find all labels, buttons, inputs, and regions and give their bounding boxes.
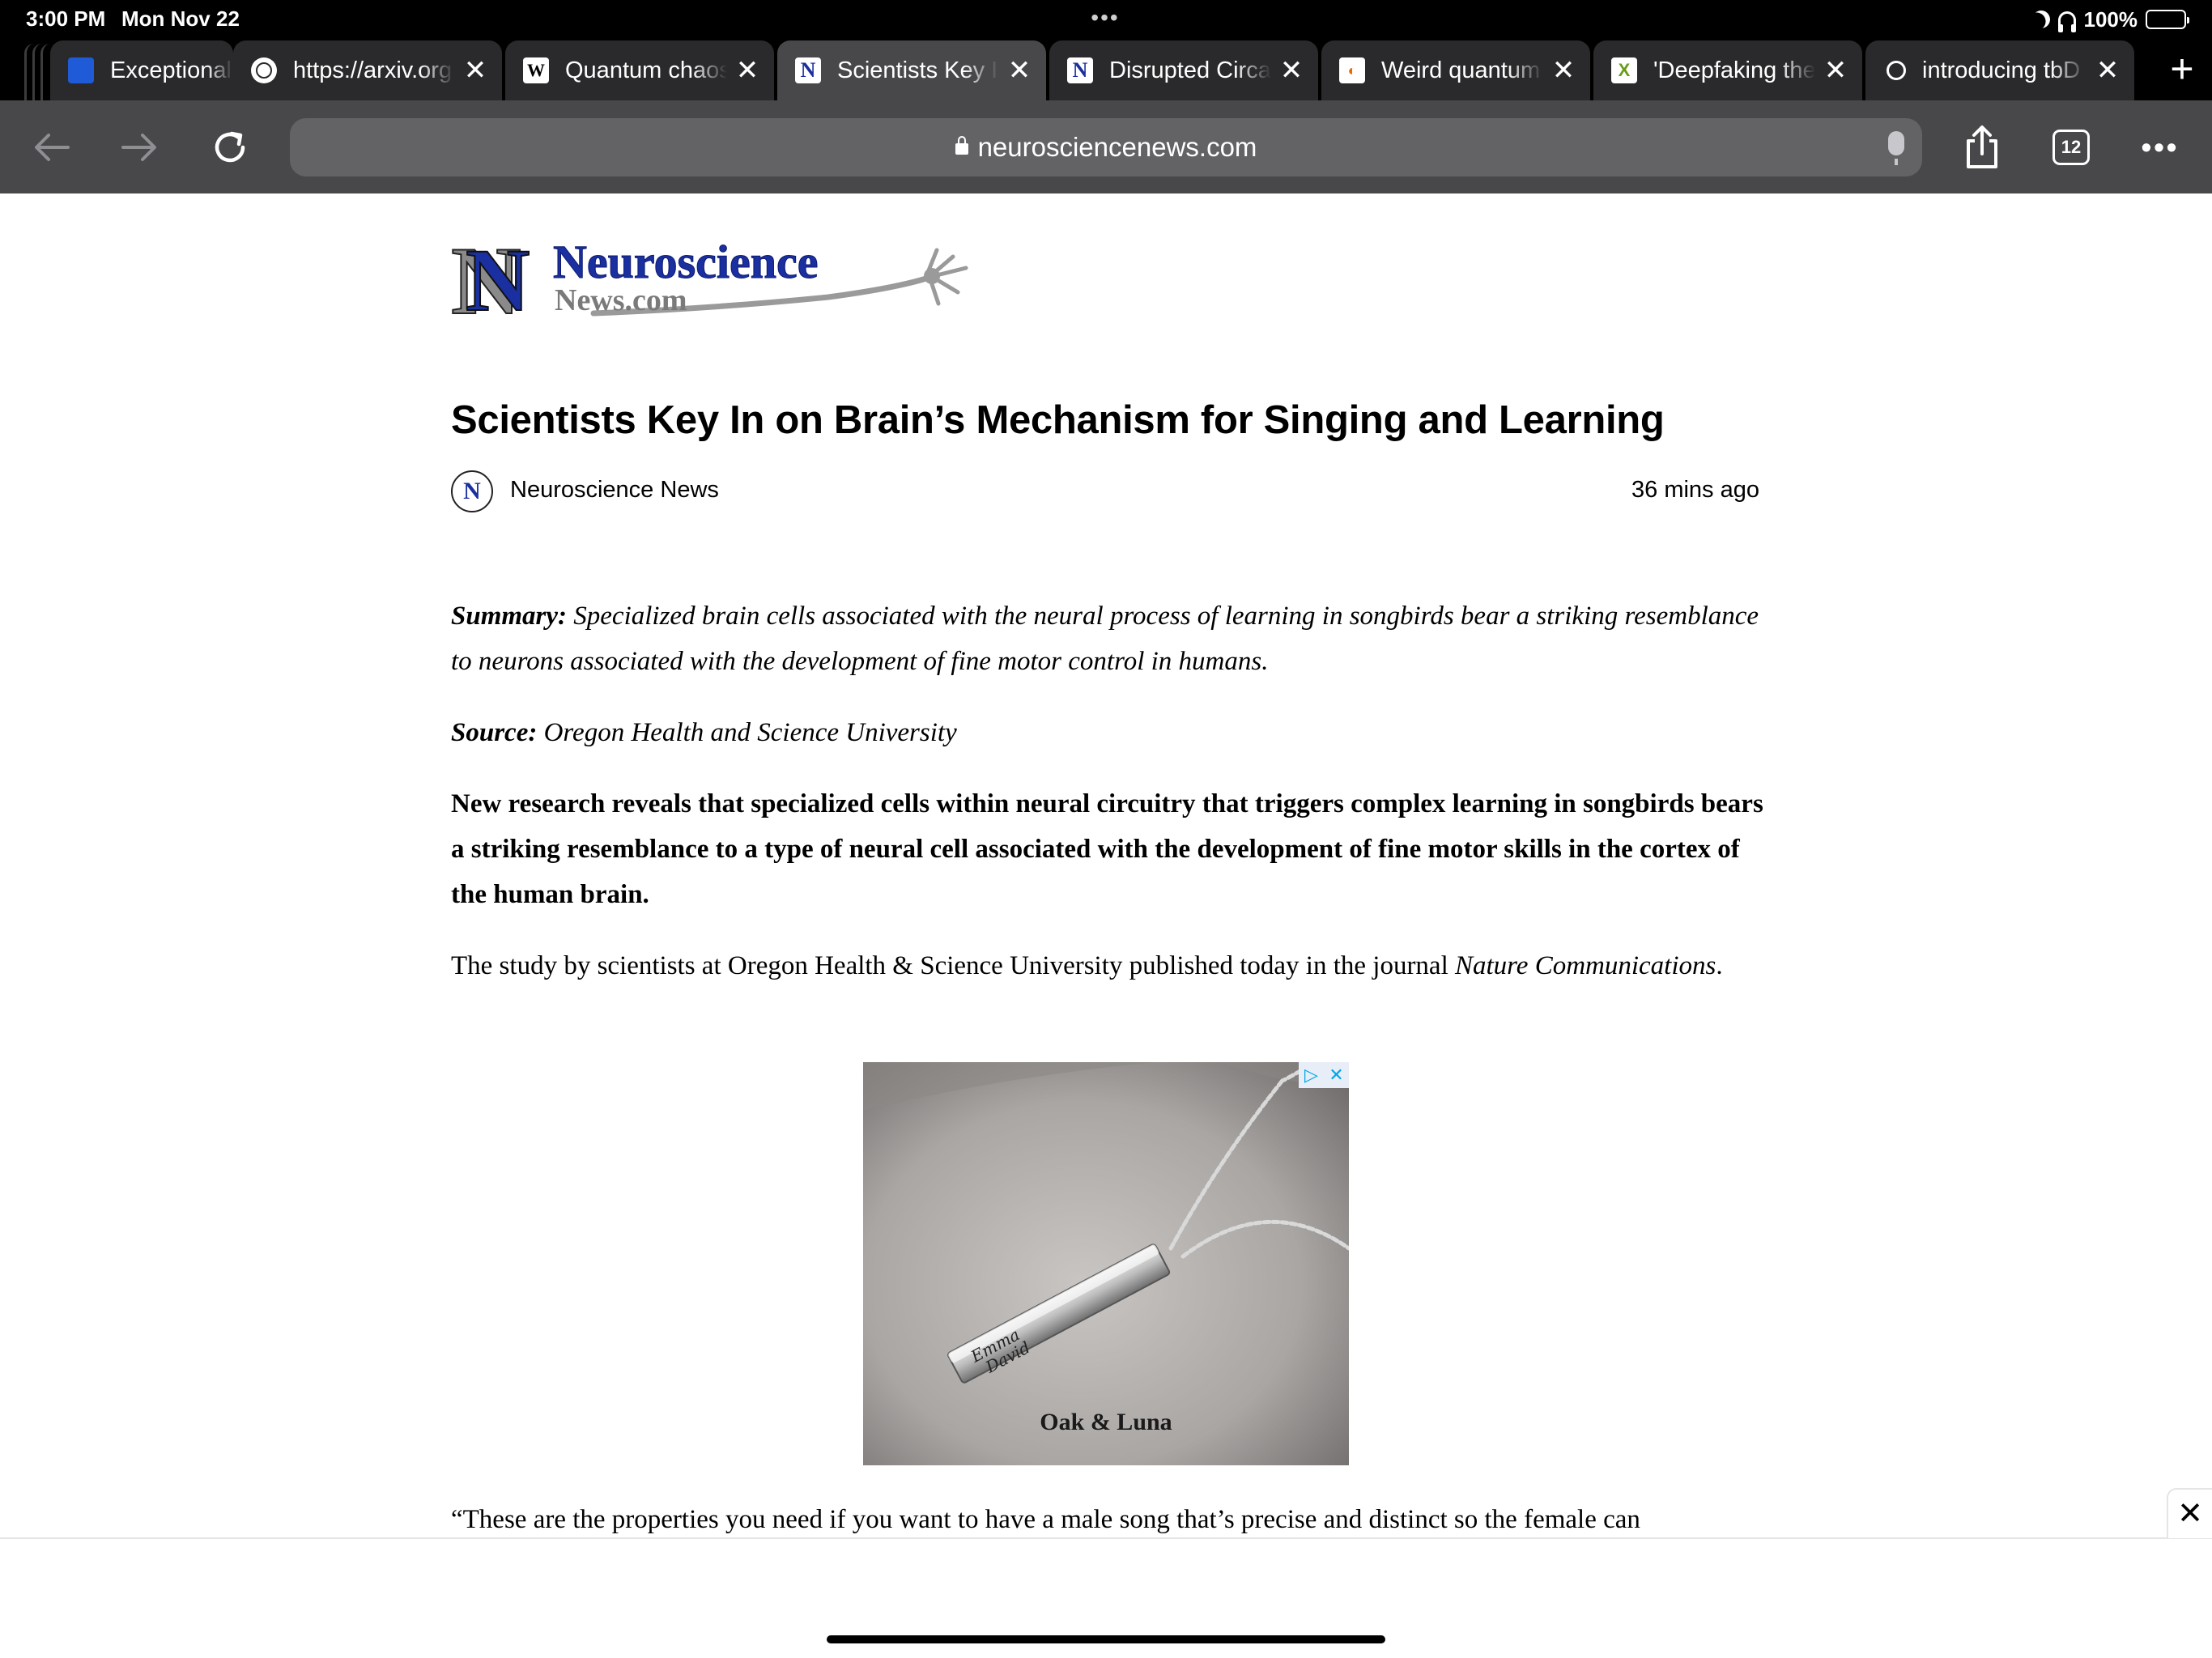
x-icon: X [1611,57,1637,83]
browser-toolbar: neurosciencenews.com 12 ••• [0,100,2212,193]
web-page: N N Neuroscience News.com Scientists Key… [0,193,2212,1537]
reload-icon [215,131,245,163]
tab-close-icon[interactable]: ✕ [999,50,1040,91]
ad-choices-icon[interactable]: ▷ [1299,1062,1324,1088]
neuroscience-news-icon: N [1067,57,1093,83]
close-icon[interactable]: ✕ [2167,1488,2212,1538]
microphone-icon[interactable] [1888,131,1904,165]
back-button[interactable] [28,123,76,172]
article-body: Summary: Specialized brain cells associa… [451,593,1771,1014]
url-display[interactable]: neurosciencenews.com [290,118,1922,176]
tab-3-active[interactable]: N Scientists Key In ✕ [777,40,1046,100]
svg-text:N: N [466,231,530,326]
site-logo[interactable]: N N Neuroscience News.com [448,226,974,335]
article-quote: “These are the properties you need if yo… [451,1505,1640,1534]
share-icon [1967,125,1997,168]
study-text: The study by scientists at Oregon Health… [451,951,1455,980]
journal-name: Nature Communications [1455,951,1716,980]
tab-0[interactable]: ❯ Exceptional [50,40,233,100]
study-paragraph: The study by scientists at Oregon Health… [451,943,1771,988]
headphones-icon [2057,11,2076,32]
logo-text-primary: Neuroscience [553,236,819,288]
globe-icon [251,57,277,83]
tab-close-icon[interactable]: ✕ [727,50,768,91]
neuroscience-news-icon: N [795,57,821,83]
source-text: Oregon Health and Science University [543,718,957,747]
tab-1[interactable]: https://arxiv.org ✕ [233,40,502,100]
tabs-count-badge: 12 [2052,130,2090,165]
more-menu-button[interactable]: ••• [2134,121,2186,173]
forward-button[interactable] [115,123,164,172]
tab-close-icon[interactable]: ✕ [1543,50,1584,91]
status-indicators: 100% [2029,5,2189,34]
focus-moon-icon [2029,7,2052,31]
logo-text-secondary: News.com [555,283,687,317]
advertisement[interactable]: Emma David ▷ ✕ Oak & Luna [863,1062,1349,1465]
tab-title: introducing tbD [1922,57,2081,83]
tab-7[interactable]: introducing tbD ✕ [1865,40,2134,100]
study-end: . [1716,951,1723,980]
battery-icon [2146,10,2189,29]
tabs-overview-button[interactable]: 12 [2045,121,2097,173]
ad-brand-name: Oak & Luna [1040,1409,1172,1435]
lead-paragraph: New research reveals that specialized ce… [451,781,1771,917]
tab-bar: ❯ Exceptional https://arxiv.org ✕ W Quan… [0,40,2212,100]
status-time: 3:00 PM [26,6,106,31]
tab-4[interactable]: N Disrupted Circa ✕ [1049,40,1318,100]
tab-close-icon[interactable]: ✕ [1271,50,1312,91]
multitasking-dots-icon[interactable]: ••• [1085,5,1125,31]
source-label: Source: [451,718,538,747]
arrow-right-icon [121,134,156,161]
tab-close-icon[interactable]: ✕ [1815,50,1856,91]
tab-2[interactable]: W Quantum chaos ✕ [505,40,774,100]
wikipedia-icon: W [523,57,549,83]
author-name[interactable]: Neuroscience News [510,477,719,504]
tab-6[interactable]: X 'Deepfaking the ✕ [1593,40,1862,100]
url-text: neurosciencenews.com [977,132,1257,162]
ellipsis-icon: ••• [2141,130,2180,164]
source-paragraph: Source: Oregon Health and Science Univer… [451,710,1771,755]
tab-close-icon[interactable]: ✕ [2087,50,2128,91]
ad-controls: ▷ ✕ [1299,1062,1349,1088]
tab-title: Quantum chaos [565,57,727,83]
reload-button[interactable] [206,123,254,172]
summary-text: Specialized brain cells associated with … [451,602,1759,676]
article-title: Scientists Key In on Brain’s Mechanism f… [451,398,1665,442]
tab-title: Scientists Key In [837,57,999,83]
summary-paragraph: Summary: Specialized brain cells associa… [451,593,1771,684]
share-button[interactable] [1956,121,2008,173]
post-timestamp: 36 mins ago [1631,477,1759,503]
address-bar[interactable]: neurosciencenews.com [290,118,1922,176]
weird-quantum-icon: ◐ [1339,57,1365,83]
status-date: Mon Nov 22 [121,6,240,31]
lead-text: New research reveals that specialized ce… [451,789,1763,909]
tab-title: https://arxiv.org [293,57,453,83]
ad-close-icon[interactable]: ✕ [1324,1062,1349,1088]
lock-icon [955,136,968,155]
tab-5[interactable]: ◐ Weird quantum ✕ [1321,40,1590,100]
tab-title: Disrupted Circa [1109,57,1271,83]
summary-label: Summary: [451,602,568,631]
home-indicator[interactable] [827,1635,1385,1643]
ars-icon: ❯ [68,57,94,83]
necklace-ad-image: Emma David [863,1062,1349,1465]
tab-title: Weird quantum [1381,57,1541,83]
arrow-left-icon [35,134,70,161]
new-tab-button[interactable]: + [2162,49,2202,91]
battery-percent: 100% [2083,6,2138,32]
status-bar: 3:00 PM Mon Nov 22 ••• 100% [0,0,2212,40]
author-avatar[interactable]: N [451,470,493,512]
neuroscience-news-logo: N N Neuroscience News.com [450,226,968,335]
tab-close-icon[interactable]: ✕ [455,50,496,91]
tab-title: 'Deepfaking the [1653,57,1815,83]
tab-title: Exceptional [110,57,232,83]
generic-site-icon [1887,61,1906,80]
